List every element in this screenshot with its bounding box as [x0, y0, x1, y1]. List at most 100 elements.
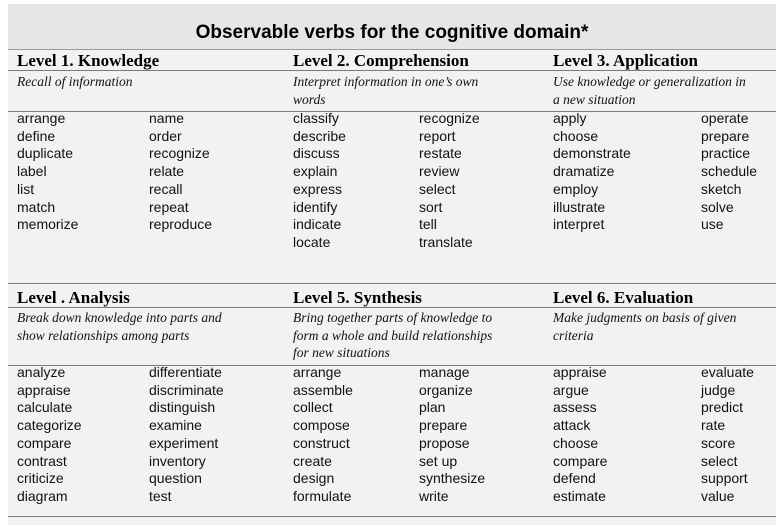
verb: distinguish [149, 399, 216, 416]
verb: predict [701, 399, 744, 416]
verb: prepare [419, 417, 468, 434]
title-band: Observable verbs for the cognitive domai… [8, 4, 776, 50]
verb: list [17, 180, 35, 197]
verb: inventory [149, 452, 206, 469]
description-line: Use knowledge or generalization in [553, 74, 746, 89]
level-4-verbs-col2: differentiate discriminate distinguish e… [149, 364, 224, 506]
verb: recall [149, 180, 183, 197]
verb: choose [553, 127, 599, 144]
verb: argue [553, 381, 589, 398]
verb: use [701, 216, 724, 233]
verb: reproduce [149, 216, 213, 233]
divider [8, 283, 776, 284]
verb: match [17, 198, 56, 215]
description-line: a new situation [553, 91, 636, 107]
level-5-title: Level 5. Synthesis [293, 288, 422, 307]
verb: value [701, 487, 735, 504]
verb: manage [419, 364, 470, 380]
level-1-verbs-col1: arrange define duplicate label list matc… [17, 110, 78, 234]
verb: name [149, 110, 185, 126]
verb: translate [419, 233, 473, 250]
verb: create [293, 452, 332, 469]
verb: relate [149, 163, 185, 180]
verb: interpret [553, 216, 605, 233]
verb: estimate [553, 487, 606, 504]
verb: sort [419, 198, 443, 215]
verb: duplicate [17, 145, 74, 162]
level-3-verbs-col1: apply choose demonstrate dramatize emplo… [553, 110, 631, 234]
verb: recognize [149, 145, 210, 162]
description-line: Interpret information in one’s own [293, 74, 479, 89]
verb: arrange [293, 364, 342, 380]
verb: criticize [17, 470, 64, 487]
level-5-description: Bring together parts of knowledge to for… [293, 309, 492, 362]
verb: compare [553, 452, 608, 469]
level-4-title: Level . Analysis [17, 288, 130, 307]
verb: tell [419, 216, 437, 233]
verb: write [419, 487, 449, 504]
verb: explain [293, 163, 338, 180]
level-2-description: Interpret information in one’s own words [293, 73, 478, 108]
verb: propose [419, 434, 470, 451]
verb: compare [17, 434, 72, 451]
verb: judge [701, 381, 736, 398]
description-line: Bring together parts of knowledge to [293, 310, 493, 325]
description-line: for new situations [293, 345, 390, 360]
verb: illustrate [553, 198, 606, 215]
verb: experiment [149, 434, 219, 451]
verb: classify [293, 110, 339, 126]
level-2-title: Level 2. Comprehension [293, 51, 469, 70]
verb: question [149, 470, 202, 487]
verb: operate [701, 110, 749, 126]
verb: defend [553, 470, 596, 487]
verbs-table: Observable verbs for the cognitive domai… [8, 4, 776, 525]
verb: discriminate [149, 381, 224, 398]
description-line: criteria [553, 327, 594, 343]
verb: test [149, 487, 172, 504]
verb: dramatize [553, 163, 615, 180]
divider [8, 365, 776, 366]
verb: schedule [701, 163, 758, 180]
level-6-description: Make judgments on basis of given criteri… [553, 309, 736, 344]
verb: employ [553, 180, 599, 197]
verb: categorize [17, 417, 82, 434]
level-3-verbs-col2: operate prepare practice schedule sketch… [701, 110, 757, 234]
verb: locate [293, 233, 331, 250]
verb: memorize [17, 216, 79, 233]
verb: demonstrate [553, 145, 631, 162]
verb: describe [293, 127, 346, 144]
verb: report [419, 127, 456, 144]
verb: attack [553, 417, 591, 434]
verb: review [419, 163, 460, 180]
level-6-title: Level 6. Evaluation [553, 288, 694, 307]
verb: differentiate [149, 364, 222, 380]
verb: apply [553, 110, 587, 126]
level-1-title: Level 1. Knowledge [17, 51, 160, 70]
description-line: Make judgments on basis of given [553, 310, 737, 325]
level-4-verbs-col1: analyze appraise calculate categorize co… [17, 364, 82, 506]
level-3-title: Level 3. Application [553, 51, 698, 70]
verb: examine [149, 417, 202, 434]
verb: set up [419, 452, 458, 469]
level-1-verbs-col2: name order recognize relate recall repea… [149, 110, 212, 234]
verb: sketch [701, 180, 742, 197]
verb: prepare [701, 127, 750, 144]
verb: collect [293, 399, 333, 416]
verb: define [17, 127, 56, 144]
verb: label [17, 163, 47, 180]
level-3-description: Use knowledge or generalization in a new… [553, 73, 746, 108]
verb: plan [419, 399, 446, 416]
verb: repeat [149, 198, 189, 215]
verb: evaluate [701, 364, 754, 380]
verb: select [701, 452, 738, 469]
divider [8, 516, 776, 517]
verb: discuss [293, 145, 340, 162]
table-title: Observable verbs for the cognitive domai… [195, 22, 589, 43]
verb: calculate [17, 399, 73, 416]
verb: contrast [17, 452, 67, 469]
verb: identify [293, 198, 338, 215]
verb: analyze [17, 364, 66, 380]
verb: score [701, 434, 736, 451]
verb: solve [701, 198, 734, 215]
description-line: words [293, 91, 326, 107]
